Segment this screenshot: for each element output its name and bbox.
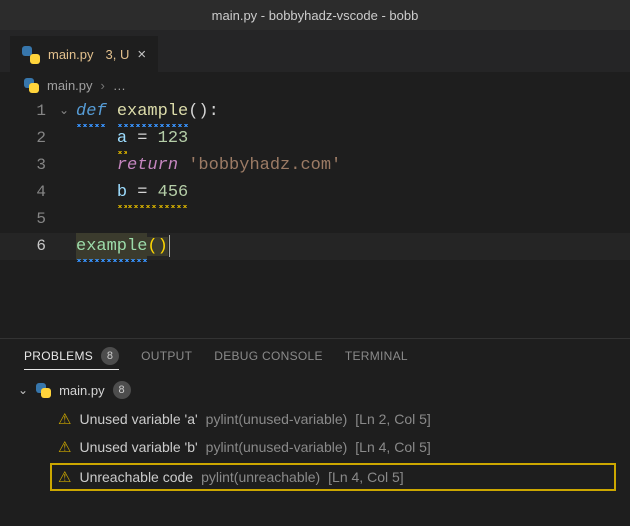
line-number: 4 <box>24 179 52 206</box>
warning-icon: ⚠ <box>58 440 71 455</box>
window-titlebar: main.py - bobbyhadz-vscode - bobb <box>0 0 630 30</box>
breadcrumb-file: main.py <box>47 78 93 93</box>
breadcrumb-more: … <box>113 78 126 93</box>
tab-problems[interactable]: PROBLEMS 8 <box>24 347 119 370</box>
breadcrumb[interactable]: main.py › … <box>0 72 630 98</box>
problem-item[interactable]: ⚠ Unreachable code pylint(unreachable) [… <box>50 463 616 491</box>
code-content: def example(): <box>76 98 219 125</box>
code-line[interactable]: 2 a = 123 <box>24 125 630 152</box>
line-number: 2 <box>24 125 52 152</box>
tab-output[interactable]: OUTPUT <box>141 349 192 363</box>
editor-tabs: main.py 3, U × <box>0 30 630 72</box>
fold-gutter[interactable]: ⌄ <box>52 98 76 125</box>
code-content: b = 456 <box>76 179 188 206</box>
problem-message: Unused variable 'a' <box>79 411 197 427</box>
problem-source: pylint(unused-variable) <box>206 439 348 455</box>
problem-location: [Ln 2, Col 5] <box>355 411 431 427</box>
problems-list: ⌄ main.py 8 ⚠ Unused variable 'a' pylint… <box>0 375 630 491</box>
code-content: example() <box>76 233 170 260</box>
warning-icon: ⚠ <box>58 470 71 485</box>
problems-count-badge: 8 <box>101 347 119 365</box>
tab-close-icon[interactable]: × <box>137 46 146 63</box>
panel-tabs: PROBLEMS 8 OUTPUT DEBUG CONSOLE TERMINAL <box>0 339 630 375</box>
code-editor[interactable]: 1 ⌄ def example(): 2 a = 123 3 return 'b… <box>0 98 630 260</box>
chevron-down-icon: ⌄ <box>59 98 69 125</box>
code-content: return 'bobbyhadz.com' <box>76 152 341 179</box>
bottom-panel: PROBLEMS 8 OUTPUT DEBUG CONSOLE TERMINAL… <box>0 338 630 526</box>
window-title: main.py - bobbyhadz-vscode - bobb <box>212 8 419 23</box>
chevron-down-icon: ⌄ <box>18 383 28 397</box>
problem-message: Unused variable 'b' <box>79 439 197 455</box>
problem-item[interactable]: ⚠ Unused variable 'b' pylint(unused-vari… <box>14 433 622 461</box>
python-file-icon <box>22 46 40 64</box>
warning-icon: ⚠ <box>58 412 71 427</box>
code-line[interactable]: 6 example() <box>24 233 630 260</box>
line-number: 1 <box>24 98 52 125</box>
problems-file-group[interactable]: ⌄ main.py 8 <box>14 375 622 405</box>
tab-main-py[interactable]: main.py 3, U × <box>10 36 158 72</box>
tab-modified-suffix: 3, U <box>106 47 130 62</box>
breadcrumb-separator: › <box>101 78 105 93</box>
code-content: a = 123 <box>76 125 188 152</box>
problem-location: [Ln 4, Col 5] <box>355 439 431 455</box>
code-line[interactable]: 5 <box>24 206 630 233</box>
problem-message: Unreachable code <box>79 469 193 485</box>
tab-label: PROBLEMS <box>24 349 93 363</box>
line-number: 6 <box>24 233 52 260</box>
code-line[interactable]: 4 b = 456 <box>24 179 630 206</box>
line-number: 3 <box>24 152 52 179</box>
python-file-icon <box>24 78 39 93</box>
problem-source: pylint(unused-variable) <box>206 411 348 427</box>
text-cursor <box>169 235 170 257</box>
python-file-icon <box>36 383 51 398</box>
tab-debug-console[interactable]: DEBUG CONSOLE <box>214 349 323 363</box>
file-problems-count-badge: 8 <box>113 381 131 399</box>
problem-location: [Ln 4, Col 5] <box>328 469 404 485</box>
problem-source: pylint(unreachable) <box>201 469 320 485</box>
problem-item[interactable]: ⚠ Unused variable 'a' pylint(unused-vari… <box>14 405 622 433</box>
code-line[interactable]: 1 ⌄ def example(): <box>24 98 630 125</box>
code-line[interactable]: 3 return 'bobbyhadz.com' <box>24 152 630 179</box>
tab-terminal[interactable]: TERMINAL <box>345 349 408 363</box>
tab-filename: main.py <box>48 47 94 62</box>
line-number: 5 <box>24 206 52 233</box>
problems-file-name: main.py <box>59 383 105 398</box>
